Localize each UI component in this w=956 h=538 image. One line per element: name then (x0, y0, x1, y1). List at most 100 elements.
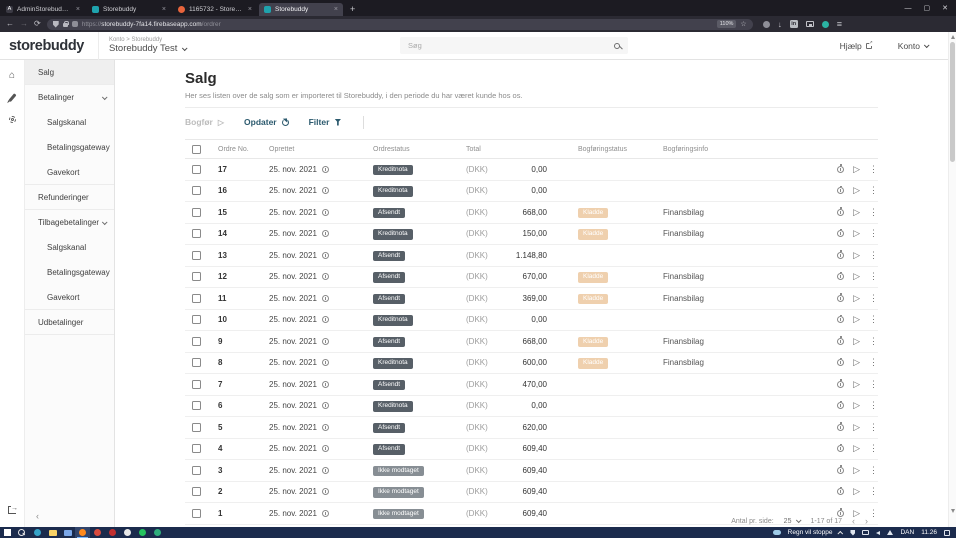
table-row[interactable]: 5 25. nov. 2021 Afsendt (DKK) 620,00 ▷ ⋮ (185, 417, 878, 439)
bogfor-button[interactable]: Bogfør▷ (185, 117, 224, 127)
network-icon[interactable] (887, 530, 893, 535)
maximize-button[interactable]: ▢ (924, 4, 931, 12)
bookmark-star-icon[interactable]: ☆ (740, 20, 746, 28)
logout-button[interactable] (0, 499, 24, 521)
app-icon-5[interactable] (135, 527, 150, 538)
row-menu-icon[interactable]: ⋮ (869, 250, 878, 261)
browser-tab[interactable]: A AdminStorebuddylo × (1, 3, 85, 16)
history-icon[interactable] (837, 381, 844, 388)
row-menu-icon[interactable]: ⋮ (869, 357, 878, 368)
row-checkbox[interactable] (192, 423, 201, 432)
scrollbar-thumb[interactable] (950, 42, 955, 162)
sidebar-item[interactable]: Tilbagebetalinger (25, 210, 114, 235)
opdater-button[interactable]: Opdater (244, 117, 289, 127)
row-menu-icon[interactable]: ⋮ (869, 314, 878, 325)
start-button[interactable] (0, 527, 15, 538)
row-checkbox[interactable] (192, 272, 201, 281)
history-icon[interactable] (837, 488, 844, 495)
linkedin-extension-icon[interactable]: in (790, 20, 798, 28)
tab-close-icon[interactable]: × (162, 6, 166, 13)
sidebar-item[interactable]: Refunderinger (25, 185, 114, 210)
table-row[interactable]: 7 25. nov. 2021 Afsendt (DKK) 470,00 ▷ ⋮ (185, 374, 878, 396)
touch-keyboard-icon[interactable] (862, 530, 869, 535)
run-icon[interactable]: ▷ (853, 250, 860, 261)
row-menu-icon[interactable]: ⋮ (869, 293, 878, 304)
downloads-icon[interactable]: ↓ (778, 20, 782, 29)
weather-icon[interactable] (773, 530, 781, 535)
help-link[interactable]: Hjælp (840, 41, 872, 51)
sidebar-item[interactable]: Udbetalinger (25, 310, 114, 335)
run-icon[interactable]: ▷ (853, 400, 860, 411)
history-icon[interactable] (837, 338, 844, 345)
close-window-button[interactable]: ✕ (942, 4, 948, 12)
reload-button[interactable]: ⟳ (34, 19, 41, 29)
storebuddy-logo[interactable]: storebuddy (0, 38, 98, 54)
table-row[interactable]: 2 25. nov. 2021 Ikke modtaget (DKK) 609,… (185, 482, 878, 504)
row-menu-icon[interactable]: ⋮ (869, 379, 878, 390)
tab-close-icon[interactable]: × (76, 6, 80, 13)
hidden-icons-chevron[interactable] (838, 530, 844, 536)
edit-nav-button[interactable] (0, 86, 24, 108)
collapse-sidebar-button[interactable]: ‹ (25, 511, 114, 527)
sidebar-item[interactable]: Salgskanal (25, 235, 114, 260)
run-icon[interactable]: ▷ (853, 271, 860, 282)
row-menu-icon[interactable]: ⋮ (869, 508, 878, 519)
row-menu-icon[interactable]: ⋮ (869, 336, 878, 347)
row-checkbox[interactable] (192, 251, 201, 260)
sidebar-item[interactable]: Gavekort (25, 285, 114, 310)
search-icon[interactable] (614, 43, 620, 49)
row-checkbox[interactable] (192, 208, 201, 217)
history-icon[interactable] (837, 166, 844, 173)
row-menu-icon[interactable]: ⋮ (869, 486, 878, 497)
run-icon[interactable]: ▷ (853, 465, 860, 476)
row-menu-icon[interactable]: ⋮ (869, 207, 878, 218)
url-bar[interactable]: https://storebuddy-7fa14.firebaseapp.com… (47, 19, 753, 30)
teal-extension-icon[interactable] (822, 21, 829, 28)
row-checkbox[interactable] (192, 466, 201, 475)
zoom-level-badge[interactable]: 110% (717, 20, 737, 28)
tracking-protection-shield-icon[interactable] (53, 21, 59, 28)
forward-button[interactable]: → (20, 19, 28, 29)
table-row[interactable]: 4 25. nov. 2021 Afsendt (DKK) 609,40 ▷ ⋮ (185, 439, 878, 461)
table-row[interactable]: 6 25. nov. 2021 Kreditnota (DKK) 0,00 ▷ … (185, 396, 878, 418)
app-icon-3[interactable] (105, 527, 120, 538)
page-scrollbar[interactable] (948, 32, 956, 527)
run-icon[interactable]: ▷ (853, 185, 860, 196)
table-row[interactable]: 9 25. nov. 2021 Afsendt (DKK) 668,00 Kla… (185, 331, 878, 353)
table-row[interactable]: 16 25. nov. 2021 Kreditnota (DKK) 0,00 ▷… (185, 181, 878, 203)
row-menu-icon[interactable]: ⋮ (869, 228, 878, 239)
security-shield-icon[interactable] (850, 530, 855, 536)
row-checkbox[interactable] (192, 509, 201, 518)
weather-label[interactable]: Regn vil stoppe (788, 529, 833, 536)
app-icon-2[interactable] (90, 527, 105, 538)
app-icon-1[interactable] (60, 527, 75, 538)
back-button[interactable]: ← (6, 19, 14, 29)
run-icon[interactable]: ▷ (853, 228, 860, 239)
next-page-button[interactable]: › (865, 516, 868, 526)
history-icon[interactable] (837, 467, 844, 474)
row-menu-icon[interactable]: ⋮ (869, 164, 878, 175)
browser-tab[interactable]: 1165732 - Storebuddy Test (M... × (173, 3, 257, 16)
run-icon[interactable]: ▷ (853, 443, 860, 454)
table-row[interactable]: 12 25. nov. 2021 Afsendt (DKK) 670,00 Kl… (185, 267, 878, 289)
table-row[interactable]: 13 25. nov. 2021 Afsendt (DKK) 1.148,80 … (185, 245, 878, 267)
search-button[interactable] (15, 527, 30, 538)
run-icon[interactable]: ▷ (853, 293, 860, 304)
row-menu-icon[interactable]: ⋮ (869, 400, 878, 411)
row-checkbox[interactable] (192, 294, 201, 303)
row-checkbox[interactable] (192, 358, 201, 367)
filter-button[interactable]: Filter (309, 117, 342, 127)
app-icon-6[interactable] (150, 527, 165, 538)
history-icon[interactable] (837, 273, 844, 280)
table-row[interactable]: 8 25. nov. 2021 Kreditnota (DKK) 600,00 … (185, 353, 878, 375)
table-row[interactable]: 17 25. nov. 2021 Kreditnota (DKK) 0,00 ▷… (185, 159, 878, 181)
account-switcher[interactable]: Konto > Storebuddy Storebuddy Test (99, 37, 186, 54)
minimize-button[interactable]: — (905, 5, 912, 12)
file-explorer-icon[interactable] (45, 527, 60, 538)
tab-close-icon[interactable]: × (248, 6, 252, 13)
search-input[interactable] (408, 41, 614, 50)
history-icon[interactable] (837, 445, 844, 452)
search-box[interactable] (400, 37, 628, 54)
sidebar-item[interactable]: Betalingsgateway (25, 260, 114, 285)
run-icon[interactable]: ▷ (853, 422, 860, 433)
